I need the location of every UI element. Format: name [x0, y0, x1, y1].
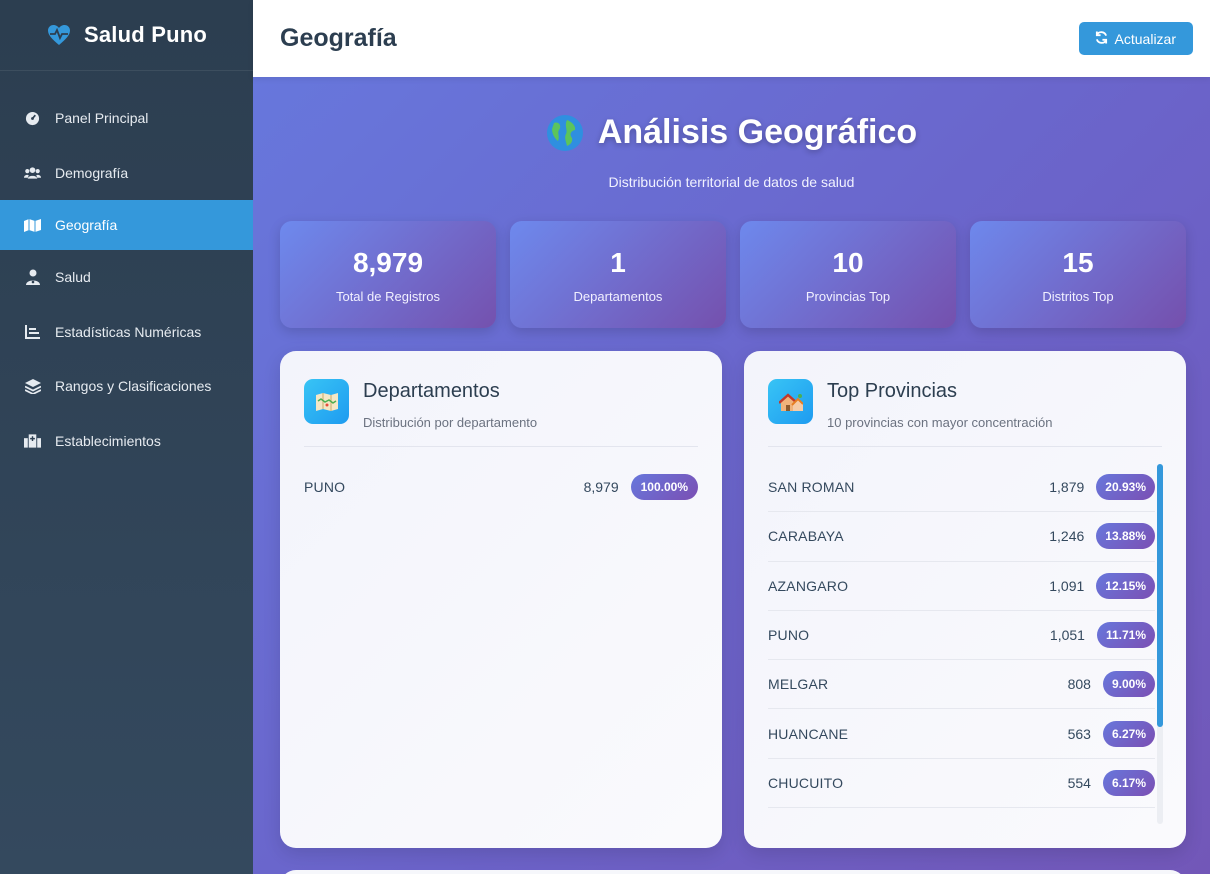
percentage-badge: 20.93%	[1096, 474, 1155, 501]
card-subtitle: 10 provincias con mayor concentración	[827, 415, 1053, 430]
brand-name: Salud Puno	[84, 22, 207, 47]
hero-title: Análisis Geográfico	[597, 113, 918, 151]
sidebar-item-label: Establecimientos	[55, 432, 161, 449]
item-count: 8,979	[583, 479, 619, 495]
sidebar-item-label: Rangos y Clasificaciones	[55, 378, 212, 395]
stat-label: Provincias Top	[805, 289, 891, 304]
list-item[interactable]: SAN ROMAN 1,879 20.93%	[768, 463, 1155, 513]
list-item[interactable]: CHUCUITO 554 6.17%	[768, 759, 1155, 809]
item-count: 554	[1067, 774, 1091, 791]
refresh-label: Actualizar	[1114, 30, 1176, 47]
item-name: MELGAR	[768, 676, 829, 693]
provincias-card: Top Provincias 10 provincias con mayor c…	[744, 351, 1186, 848]
refresh-button[interactable]: Actualizar	[1078, 22, 1193, 55]
list-item-partial[interactable]	[768, 808, 1155, 826]
stat-label: Distritos Top	[1042, 289, 1114, 304]
stat-card-departamentos: 1 Departamentos	[510, 221, 726, 328]
percentage-badge: 13.88%	[1096, 523, 1155, 550]
hero-title-row: Análisis Geográfico	[253, 113, 1210, 152]
departamentos-card: Departamentos Distribución por departame…	[280, 351, 722, 848]
stat-value: 15	[1062, 247, 1094, 278]
houses-icon	[768, 379, 813, 424]
sidebar-nav: Panel Principal Demografía Geografía Sal…	[0, 71, 253, 468]
percentage-badge: 6.17%	[1102, 769, 1155, 796]
hero-subtitle: Distribución territorial de datos de sal…	[608, 174, 855, 190]
scrollbar[interactable]	[1157, 464, 1163, 824]
percentage-badge: 6.27%	[1102, 720, 1155, 747]
item-name: SAN ROMAN	[768, 479, 855, 496]
list-item[interactable]: PUNO 1,051 11.71%	[768, 611, 1155, 661]
item-count: 563	[1067, 725, 1091, 742]
user-doctor-icon	[24, 269, 41, 286]
card-header: Departamentos Distribución por departame…	[304, 379, 698, 447]
list-item[interactable]: MELGAR 808 9.00%	[768, 660, 1155, 710]
map-folded-icon	[304, 379, 349, 424]
item-name: HUANCANE	[768, 725, 849, 742]
brand[interactable]: Salud Puno	[0, 0, 253, 71]
item-count: 1,246	[1049, 528, 1085, 545]
percentage-badge: 12.15%	[1096, 572, 1155, 599]
main-content: Análisis Geográfico Distribución territo…	[253, 77, 1210, 874]
map-icon	[24, 217, 41, 234]
stats-row: 8,979 Total de Registros 1 Departamentos…	[280, 221, 1186, 328]
stat-card-provincias: 10 Provincias Top	[740, 221, 956, 328]
departamentos-list: PUNO 8,979 100.00%	[304, 459, 698, 515]
layers-icon	[24, 378, 41, 395]
list-item[interactable]: CARABAYA 1,246 13.88%	[768, 512, 1155, 562]
sidebar-item-label: Salud	[55, 269, 91, 286]
globe-icon	[546, 114, 584, 152]
chart-bar-icon	[24, 323, 41, 340]
card-title: Departamentos	[363, 380, 500, 402]
sidebar-item-label: Estadísticas Numéricas	[55, 323, 202, 340]
item-name: CHUCUITO	[768, 774, 844, 791]
top-header: Geografía Actualizar	[253, 0, 1210, 77]
percentage-badge: 100.00%	[630, 474, 698, 500]
sidebar-item-label: Panel Principal	[55, 110, 149, 127]
stat-label: Total de Registros	[335, 289, 441, 304]
tachometer-icon	[24, 110, 41, 127]
stat-value: 10	[832, 247, 864, 278]
list-item[interactable]: PUNO 8,979 100.00%	[304, 459, 698, 515]
card-subtitle: Distribución por departamento	[363, 415, 538, 430]
next-card-partial	[280, 870, 1186, 874]
item-name: PUNO	[304, 479, 346, 495]
sidebar-item-label: Geografía	[55, 217, 118, 233]
sidebar-item-geografia[interactable]: Geografía	[0, 200, 253, 250]
sidebar-item-estadisticas[interactable]: Estadísticas Numéricas	[0, 305, 253, 360]
percentage-badge: 11.71%	[1096, 622, 1155, 649]
stat-value: 1	[610, 247, 626, 278]
percentage-badge: 9.00%	[1102, 671, 1155, 698]
scrollbar-thumb[interactable]	[1157, 464, 1163, 727]
item-name: AZANGARO	[768, 577, 849, 594]
sidebar-item-establecimientos[interactable]: Establecimientos	[0, 414, 253, 469]
sidebar-item-salud[interactable]: Salud	[0, 250, 253, 305]
item-count: 808	[1067, 676, 1091, 693]
provincias-list[interactable]: SAN ROMAN 1,879 20.93% CARABAYA 1,246 13…	[768, 463, 1162, 826]
stat-value: 8,979	[352, 247, 424, 278]
sync-icon	[1095, 30, 1108, 47]
stat-label: Departamentos	[573, 289, 663, 304]
item-count: 1,879	[1049, 479, 1085, 496]
stat-card-total: 8,979 Total de Registros	[280, 221, 496, 328]
item-count: 1,091	[1049, 577, 1085, 594]
card-header: Top Provincias 10 provincias con mayor c…	[768, 379, 1162, 447]
hospital-icon	[24, 432, 41, 449]
item-name: CARABAYA	[768, 528, 844, 545]
stat-card-distritos: 15 Distritos Top	[970, 221, 1186, 328]
sidebar-item-label: Demografía	[55, 164, 129, 181]
hero: Análisis Geográfico Distribución territo…	[253, 77, 1210, 190]
list-item[interactable]: AZANGARO 1,091 12.15%	[768, 562, 1155, 611]
card-title: Top Provincias	[827, 380, 958, 402]
sidebar: Salud Puno Panel Principal Demografía Ge…	[0, 0, 253, 874]
heartbeat-icon	[46, 22, 72, 48]
sidebar-item-rangos[interactable]: Rangos y Clasificaciones	[0, 359, 253, 414]
sidebar-item-panel-principal[interactable]: Panel Principal	[0, 91, 253, 146]
item-count: 1,051	[1049, 627, 1085, 644]
page-title: Geografía	[280, 24, 397, 52]
list-item[interactable]: HUANCANE 563 6.27%	[768, 709, 1155, 759]
item-name: PUNO	[768, 627, 810, 644]
sidebar-item-demografia[interactable]: Demografía	[0, 146, 253, 201]
users-icon	[24, 164, 41, 181]
